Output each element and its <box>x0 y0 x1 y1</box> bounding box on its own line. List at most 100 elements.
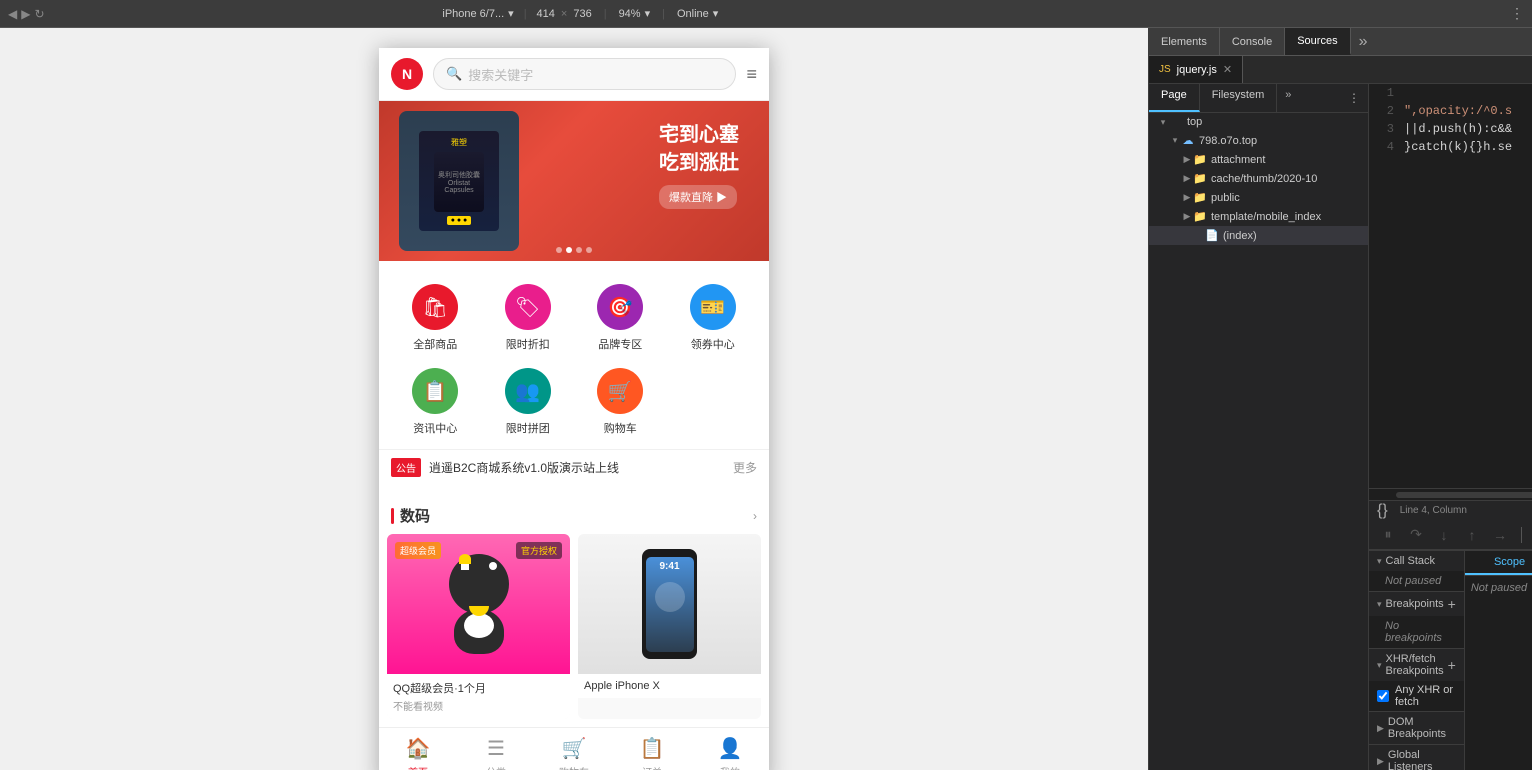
device-width: 414 <box>537 8 555 20</box>
search-bar[interactable]: 🔍 搜索关键字 <box>433 58 736 90</box>
bottom-right-panel: Scope Watch Not paused <box>1464 551 1532 770</box>
category-all-products[interactable]: 🛍 全部商品 <box>389 276 482 360</box>
step-out-btn[interactable]: ↑ <box>1461 524 1483 546</box>
banner-dot-3 <box>576 247 582 253</box>
breakpoints-section: ▾ Breakpoints + No breakpoints <box>1369 592 1464 649</box>
global-listeners-section: ▶ Global Listeners <box>1369 745 1464 770</box>
add-xhr-breakpoint-icon[interactable]: + <box>1448 657 1456 673</box>
category-brand[interactable]: 🎯 品牌专区 <box>574 276 667 360</box>
dots-icon[interactable]: ⋮ <box>1510 5 1524 22</box>
more-tabs-icon[interactable]: » <box>1351 33 1376 51</box>
device-selector[interactable]: iPhone 6/7... ▾ | 414 × 736 | 94% ▾ | On… <box>442 7 718 20</box>
folder-icon-1: 📁 <box>1193 153 1207 166</box>
tree-domain[interactable]: ▾ ☁ 798.o7o.top <box>1149 131 1368 150</box>
scale-dropdown-icon: ▾ <box>645 7 651 20</box>
toolbar-actions: ⋮ <box>1510 5 1524 22</box>
scope-tab-label: Scope <box>1494 556 1525 568</box>
pause-btn[interactable]: ⏸ <box>1377 524 1399 546</box>
tab-elements[interactable]: Elements <box>1149 28 1220 55</box>
category-cart[interactable]: 🛒 购物车 <box>574 360 667 444</box>
category-news[interactable]: 📋 资讯中心 <box>389 360 482 444</box>
bottom-left-panel: ▾ Call Stack Not paused <box>1369 551 1464 770</box>
category-group-buy[interactable]: 👥 限时拼团 <box>482 360 575 444</box>
nav-categories[interactable]: ☰ 分类 <box>457 736 535 770</box>
forward-icon[interactable]: ▶ <box>21 7 30 21</box>
close-file-tab[interactable]: ✕ <box>1223 63 1232 76</box>
step-over-btn[interactable]: ↷ <box>1405 524 1427 546</box>
file-tree-menu-icon[interactable]: ⋮ <box>1348 91 1360 105</box>
banner-headline: 宅到心塞吃到涨肚 <box>659 121 739 177</box>
tree-attachment[interactable]: ▶ 📁 attachment <box>1149 150 1368 169</box>
tab-console[interactable]: Console <box>1220 28 1285 55</box>
call-stack-status: Not paused <box>1385 575 1441 587</box>
folder-icon-2: 📁 <box>1193 172 1207 185</box>
tab-sources[interactable]: Sources <box>1285 28 1350 55</box>
all-products-icon: 🛍 <box>412 284 458 330</box>
iphone-front: 9:41 <box>642 549 697 659</box>
menu-icon[interactable]: ≡ <box>746 64 757 85</box>
sources-with-bottom: 1 2 ",opacity:/^0.s 3 ||d.push(h):c&& <box>1369 84 1532 770</box>
open-file-tab[interactable]: JS jquery.js ✕ <box>1149 56 1243 83</box>
call-stack-content: Not paused <box>1369 571 1464 591</box>
home-label: 首页 <box>408 764 428 770</box>
category-grid: 🛍 全部商品 🏷 限时折扣 🎯 品牌专区 🎫 领券中心 📋 资讯中 <box>379 261 769 449</box>
iphone-time: 9:41 <box>659 561 679 572</box>
cart-label: 购物车 <box>604 420 637 436</box>
nav-home[interactable]: 🏠 首页 <box>379 736 457 770</box>
horizontal-scrollbar[interactable] <box>1396 492 1532 498</box>
iphone-product-image: 9:41 <box>578 534 761 674</box>
tab-page[interactable]: Page <box>1149 84 1200 112</box>
nav-orders[interactable]: 📋 订单 <box>613 736 691 770</box>
product-name-inner: 奥利司他胶囊Orlistat Capsules <box>434 170 484 194</box>
global-arrow: ▶ <box>1377 756 1384 767</box>
all-products-label: 全部商品 <box>413 336 457 352</box>
scope-watch-tabs: Scope Watch <box>1465 551 1532 576</box>
tree-top[interactable]: ▾ top <box>1149 113 1368 131</box>
add-breakpoint-icon[interactable]: + <box>1448 596 1456 612</box>
call-stack-header[interactable]: ▾ Call Stack <box>1369 551 1464 571</box>
xhr-breakpoints-header[interactable]: ▾ XHR/fetch Breakpoints + <box>1369 649 1464 681</box>
code-content-3: ||d.push(h):c&& <box>1404 120 1532 138</box>
step-into-btn[interactable]: ↓ <box>1433 524 1455 546</box>
tree-public[interactable]: ▶ 📁 public <box>1149 188 1368 207</box>
refresh-icon[interactable]: ↻ <box>34 7 44 21</box>
tree-template[interactable]: ▶ 📁 template/mobile_index <box>1149 207 1368 226</box>
product-iphone[interactable]: 9:41 Apple iPhone X <box>578 534 761 719</box>
breakpoints-header[interactable]: ▾ Breakpoints + <box>1369 592 1464 616</box>
tab-page-label: Page <box>1161 89 1187 101</box>
tab-console-label: Console <box>1232 36 1272 48</box>
ann-more[interactable]: 更多 <box>733 459 757 476</box>
network-dropdown-icon: ▾ <box>713 7 719 20</box>
dom-breakpoints-header[interactable]: ▶ DOM Breakpoints <box>1369 712 1464 744</box>
qq-product-note: 不能看视频 <box>393 698 564 713</box>
xhr-arrow: ▾ <box>1377 660 1382 671</box>
global-listeners-header[interactable]: ▶ Global Listeners <box>1369 745 1464 770</box>
file-tree-more[interactable]: » <box>1277 84 1299 112</box>
code-line-2: 2 ",opacity:/^0.s <box>1369 102 1532 120</box>
tab-scope[interactable]: Scope <box>1465 551 1532 575</box>
category-discount[interactable]: 🏷 限时折扣 <box>482 276 575 360</box>
category-coupon[interactable]: 🎫 领券中心 <box>667 276 760 360</box>
qq-product-info: QQ超级会员·1个月 不能看视频 <box>387 674 570 719</box>
bottom-panel: ▾ Call Stack Not paused <box>1369 550 1532 770</box>
js-file-icon: JS <box>1159 64 1171 75</box>
tree-index-file[interactable]: 📄 (index) <box>1149 226 1368 245</box>
format-icon[interactable]: {} <box>1377 502 1388 520</box>
tab-filesystem[interactable]: Filesystem <box>1200 84 1278 112</box>
nav-profile[interactable]: 👤 我的 <box>691 736 769 770</box>
banner-cta[interactable]: 爆款直降 ▶ <box>659 185 737 209</box>
line-num-1: 1 <box>1369 84 1404 102</box>
product-qq-vip[interactable]: 超级会员 官方授权 <box>387 534 570 719</box>
nav-cart[interactable]: 🛒 购物车 <box>535 736 613 770</box>
section-more[interactable]: › <box>753 509 757 523</box>
search-icon: 🔍 <box>446 66 462 82</box>
any-xhr-checkbox[interactable] <box>1377 690 1389 702</box>
tree-cache[interactable]: ▶ 📁 cache/thumb/2020-10 <box>1149 169 1368 188</box>
sources-main: Page Filesystem » ⋮ ▾ <box>1149 84 1532 770</box>
code-editor[interactable]: 1 2 ",opacity:/^0.s 3 ||d.push(h):c&& <box>1369 84 1532 488</box>
dom-arrow: ▶ <box>1377 723 1384 734</box>
phone-frame: N 🔍 搜索关键字 ≡ 雅塑 奥利司他胶囊Orlistat Capsules ●… <box>379 48 769 770</box>
back-icon[interactable]: ◀ <box>8 7 17 21</box>
step-btn[interactable]: → <box>1489 524 1511 546</box>
iphone-app-icon <box>655 582 685 612</box>
